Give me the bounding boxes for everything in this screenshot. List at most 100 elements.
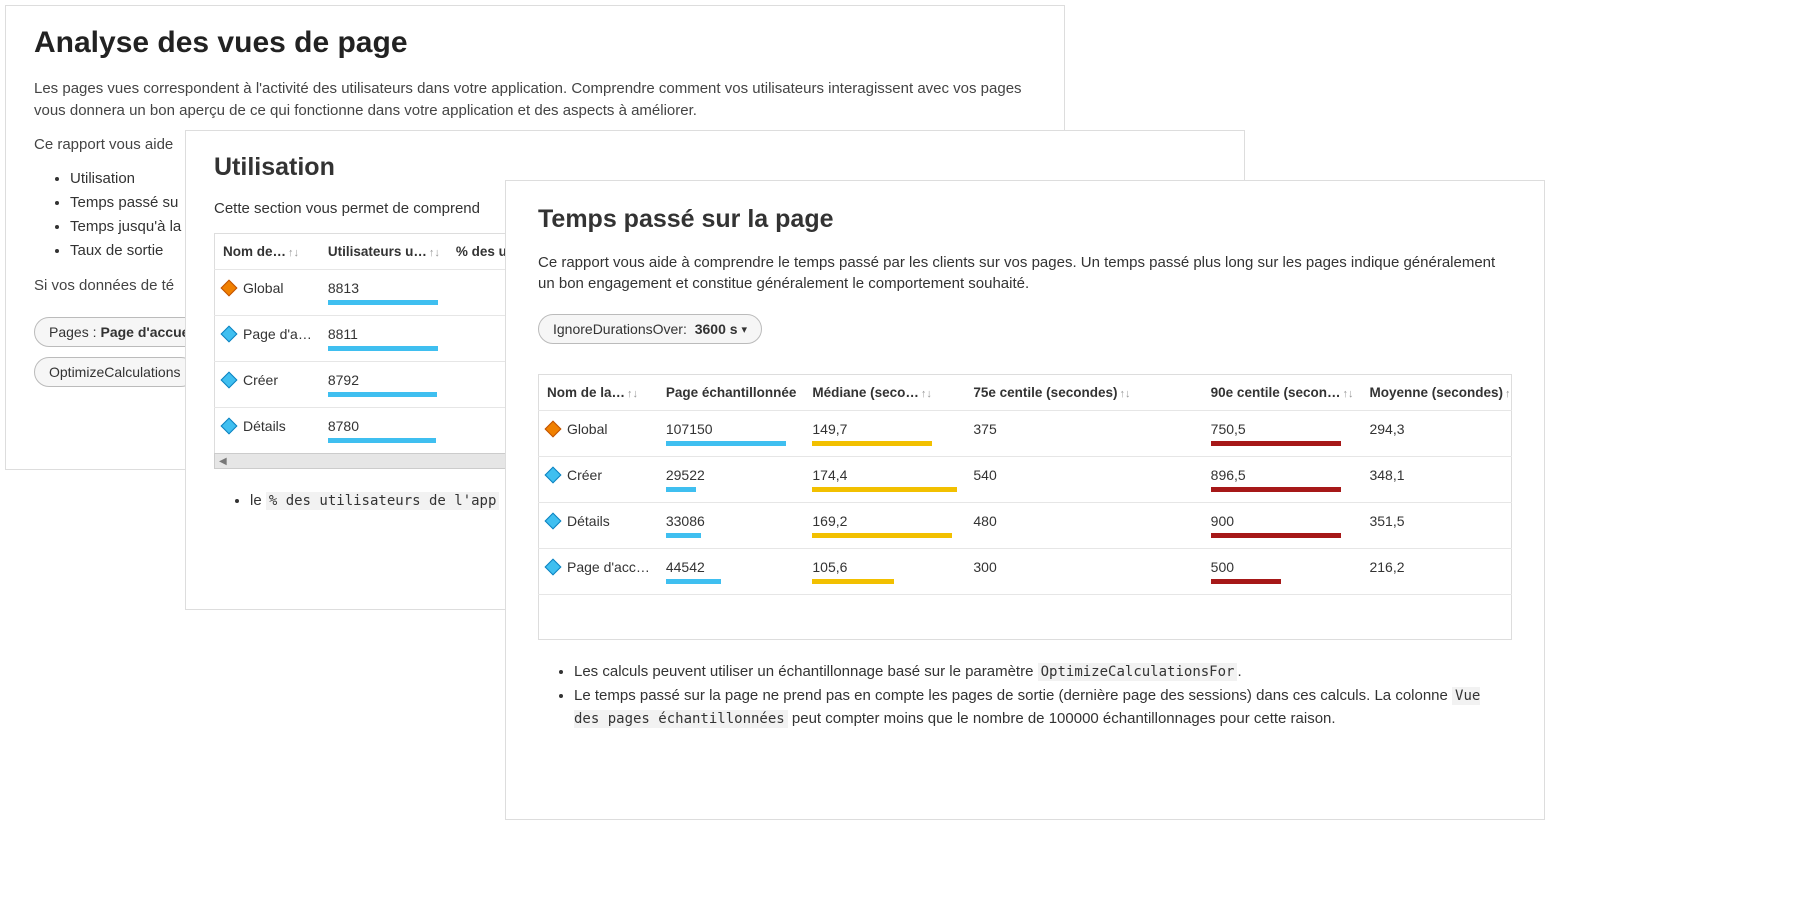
ignore-durations-pill[interactable]: IgnoreDurationsOver: 3600 s ▾ xyxy=(538,314,762,344)
table-row[interactable]: Page d'acc… 44542 105,6 300 500 216,2 xyxy=(539,549,1512,595)
col-header-median[interactable]: Médiane (seco…↑↓ xyxy=(804,375,965,411)
bar-red xyxy=(1211,579,1281,584)
bar-blue xyxy=(328,300,438,305)
page-name: Créer xyxy=(567,467,602,483)
avg-value: 294,3 xyxy=(1369,421,1404,437)
diamond-icon xyxy=(221,418,238,435)
sampled-value: 44542 xyxy=(666,559,797,575)
sampled-value: 107150 xyxy=(666,421,797,437)
p75-value: 540 xyxy=(973,467,996,483)
page-name: Page d'a… xyxy=(243,326,312,342)
sort-icon: ↑↓ xyxy=(1505,388,1512,400)
col-header-p75[interactable]: 75e centile (secondes)↑↓ xyxy=(965,375,1202,411)
utilisation-table: Nom de…↑↓ Utilisateurs u…↑↓ % des u Glob… xyxy=(214,233,516,454)
diamond-icon xyxy=(545,421,562,438)
table-row[interactable]: Détails 8780 xyxy=(215,408,516,454)
pill-value: Page d'accue xyxy=(100,324,189,340)
median-value: 169,2 xyxy=(812,513,957,529)
table-row[interactable]: Global 8813 xyxy=(215,270,516,316)
bar-red xyxy=(1211,533,1341,538)
avg-value: 351,5 xyxy=(1369,513,1404,529)
pill-label: IgnoreDurationsOver: xyxy=(553,321,687,337)
bar-blue xyxy=(328,392,437,397)
table-row[interactable]: Global 107150 149,7 375 750,5 294,3 xyxy=(539,411,1512,457)
bar-blue xyxy=(328,438,436,443)
page-name: Créer xyxy=(243,372,278,388)
sampled-value: 33086 xyxy=(666,513,797,529)
users-value: 8792 xyxy=(328,372,440,388)
sort-icon: ↑↓ xyxy=(1342,388,1353,400)
sort-icon: ↑↓ xyxy=(429,247,440,259)
col-header-sampled[interactable]: Page échantillonnée xyxy=(658,375,805,411)
diamond-icon xyxy=(221,326,238,343)
col-header-users[interactable]: Utilisateurs u…↑↓ xyxy=(320,234,448,270)
note-item: Les calculs peuvent utiliser un échantil… xyxy=(574,660,1512,684)
sort-icon: ↑↓ xyxy=(627,388,638,400)
optimize-calc-pill[interactable]: OptimizeCalculations xyxy=(34,357,196,387)
section-title: Temps passé sur la page xyxy=(538,205,1512,234)
bar-blue xyxy=(666,579,721,584)
p75-value: 375 xyxy=(973,421,996,437)
median-value: 149,7 xyxy=(812,421,957,437)
page-name: Détails xyxy=(243,418,286,434)
median-value: 174,4 xyxy=(812,467,957,483)
median-value: 105,6 xyxy=(812,559,957,575)
col-header-avg[interactable]: Moyenne (secondes)↑↓ xyxy=(1361,375,1511,411)
bar-blue xyxy=(666,441,786,446)
bar-blue xyxy=(328,346,438,351)
sort-icon: ↑↓ xyxy=(921,388,932,400)
note-item: Le temps passé sur la page ne prend pas … xyxy=(574,684,1512,731)
page-name: Global xyxy=(567,421,607,437)
bar-blue xyxy=(666,487,696,492)
pill-label: OptimizeCalculations xyxy=(49,364,181,380)
col-header-name[interactable]: Nom de la…↑↓ xyxy=(539,375,658,411)
pill-label: Pages : xyxy=(49,324,96,340)
horizontal-scrollbar[interactable] xyxy=(214,453,514,469)
section-intro: Ce rapport vous aide à comprendre le tem… xyxy=(538,252,1512,294)
section-title: Utilisation xyxy=(214,153,1216,182)
diamond-icon xyxy=(545,467,562,484)
pages-filter-pill[interactable]: Pages : Page d'accue xyxy=(34,317,204,347)
sort-icon: ↑↓ xyxy=(288,247,299,259)
pill-value: 3600 s xyxy=(695,321,738,337)
page-name: Détails xyxy=(567,513,610,529)
page-name: Page d'acc… xyxy=(567,559,650,575)
p75-value: 480 xyxy=(973,513,996,529)
users-value: 8813 xyxy=(328,280,440,296)
users-value: 8811 xyxy=(328,326,440,342)
bar-yellow xyxy=(812,579,894,584)
p90-value: 500 xyxy=(1211,559,1354,575)
p90-value: 750,5 xyxy=(1211,421,1354,437)
time-on-page-panel: Temps passé sur la page Ce rapport vous … xyxy=(505,180,1545,820)
p75-value: 300 xyxy=(973,559,996,575)
diamond-icon xyxy=(545,559,562,576)
avg-value: 348,1 xyxy=(1369,467,1404,483)
bar-red xyxy=(1211,441,1341,446)
bar-red xyxy=(1211,487,1341,492)
sort-icon: ↑↓ xyxy=(1119,388,1130,400)
col-header-p90[interactable]: 90e centile (secon…↑↓ xyxy=(1203,375,1362,411)
time-table: Nom de la…↑↓ Page échantillonnée Médiane… xyxy=(538,374,1512,640)
intro-text: Les pages vues correspondent à l'activit… xyxy=(34,78,1036,122)
bar-blue xyxy=(666,533,701,538)
chevron-down-icon: ▾ xyxy=(741,323,747,336)
diamond-icon xyxy=(545,513,562,530)
bar-yellow xyxy=(812,533,952,538)
sampled-value: 29522 xyxy=(666,467,797,483)
page-title: Analyse des vues de page xyxy=(34,26,1036,60)
table-row[interactable]: Détails 33086 169,2 480 900 351,5 xyxy=(539,503,1512,549)
table-row[interactable]: Créer 8792 xyxy=(215,362,516,408)
diamond-icon xyxy=(221,280,238,297)
p90-value: 900 xyxy=(1211,513,1354,529)
avg-value: 216,2 xyxy=(1369,559,1404,575)
col-header-name[interactable]: Nom de…↑↓ xyxy=(215,234,320,270)
page-name: Global xyxy=(243,280,283,296)
users-value: 8780 xyxy=(328,418,440,434)
p90-value: 896,5 xyxy=(1211,467,1354,483)
code-text: % des utilisateurs de l'app xyxy=(266,492,500,510)
table-row[interactable]: Créer 29522 174,4 540 896,5 348,1 xyxy=(539,457,1512,503)
bar-yellow xyxy=(812,441,932,446)
diamond-icon xyxy=(221,372,238,389)
table-row[interactable]: Page d'a… 8811 xyxy=(215,316,516,362)
code-text: OptimizeCalculationsFor xyxy=(1038,663,1238,681)
